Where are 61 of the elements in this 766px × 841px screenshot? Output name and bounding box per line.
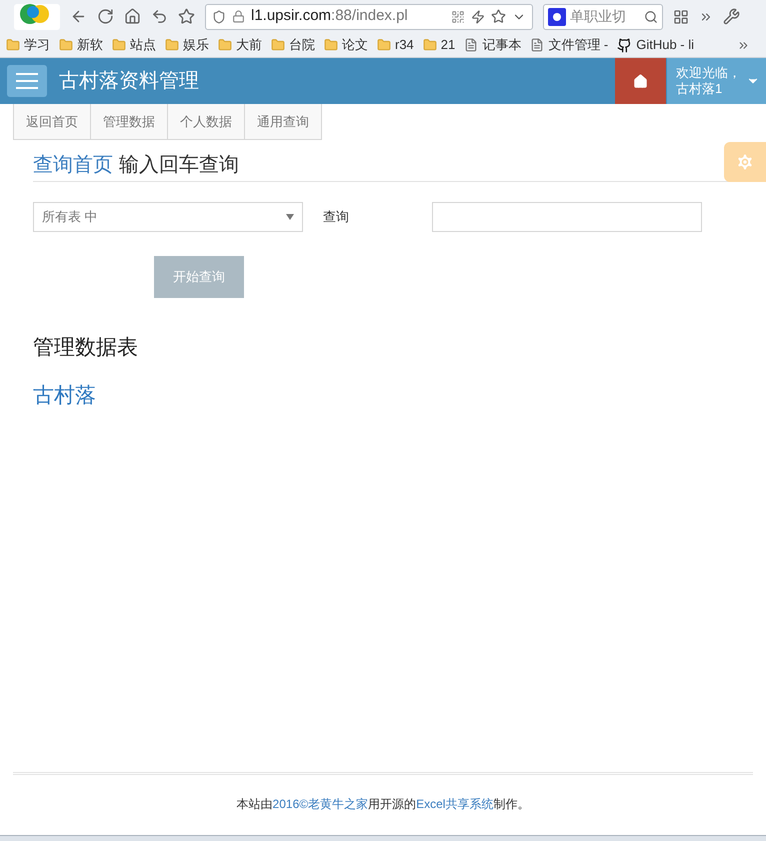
- bookmark-link[interactable]: 文件管理 -: [548, 35, 608, 55]
- undo-icon[interactable]: [151, 8, 168, 25]
- query-field[interactable]: [432, 202, 702, 232]
- breadcrumb-link[interactable]: 查询首页: [33, 150, 113, 180]
- bookmark-link[interactable]: 记事本: [482, 35, 522, 55]
- nav-tab[interactable]: 返回首页: [13, 104, 91, 140]
- query-label: 查询: [323, 208, 350, 226]
- address-bar[interactable]: l1.upsir.com:88/index.pl: [205, 4, 533, 30]
- settings-icon[interactable]: [723, 8, 740, 25]
- folder-icon: [59, 38, 73, 52]
- folder-icon: [377, 38, 391, 52]
- back-icon[interactable]: [70, 8, 87, 25]
- nav-tab[interactable]: 个人数据: [167, 104, 245, 140]
- lightning-icon[interactable]: [471, 10, 485, 24]
- footer-text: 本站由2016©老黄牛之家用开源的Excel共享系统制作。: [236, 796, 530, 813]
- bookmark-link[interactable]: 21: [440, 35, 456, 55]
- page-icon: [464, 38, 478, 52]
- grid-icon[interactable]: [673, 8, 689, 24]
- caret-icon: [286, 214, 294, 220]
- folder-icon: [324, 38, 338, 52]
- folder-icon: [112, 38, 126, 52]
- search-placeholder: 单职业切: [570, 7, 627, 26]
- section-title: 管理数据表: [33, 335, 139, 361]
- home-icon[interactable]: [124, 8, 141, 25]
- bookmark-link[interactable]: 大前: [236, 35, 262, 55]
- reload-icon[interactable]: [97, 8, 114, 25]
- bookmark-link[interactable]: 台院: [289, 35, 315, 55]
- url-text: l1.upsir.com:88/index.pl: [251, 6, 409, 26]
- bookmark-link[interactable]: 娱乐: [183, 35, 209, 55]
- folder-icon: [271, 38, 285, 52]
- search-icon[interactable]: [644, 10, 658, 24]
- star-icon[interactable]: [178, 8, 195, 25]
- folder-icon: [422, 38, 437, 52]
- browser-logo-icon[interactable]: [14, 4, 60, 30]
- search-field[interactable]: 单职业切: [543, 4, 663, 30]
- table-select[interactable]: 所有表 中: [33, 202, 303, 232]
- folder-icon: [218, 38, 232, 52]
- page-heading: 输入回车查询: [119, 153, 239, 178]
- folder-icon: [6, 38, 20, 52]
- lock-icon: [232, 10, 245, 23]
- bookmark-link[interactable]: 站点: [130, 35, 156, 55]
- page-icon: [530, 38, 544, 52]
- gear-icon: [735, 152, 755, 172]
- home-button[interactable]: [615, 58, 666, 104]
- bookmark-link[interactable]: 论文: [342, 35, 368, 55]
- bookmark-link[interactable]: r34: [395, 35, 414, 55]
- qr-code-icon[interactable]: [451, 10, 465, 24]
- footer-link[interactable]: 2016©老黄牛之家: [272, 797, 368, 811]
- nav-tab[interactable]: 通用查询: [244, 104, 322, 140]
- bookmark-link[interactable]: 新软: [77, 35, 103, 55]
- folder-icon: [165, 38, 179, 52]
- github-icon: [617, 38, 632, 52]
- nav-tab[interactable]: 管理数据: [90, 104, 168, 140]
- home-icon: [633, 74, 648, 88]
- star-icon[interactable]: [491, 9, 506, 24]
- app-title: 古村落资料管理: [59, 69, 199, 94]
- bookmark-link[interactable]: 学习: [24, 35, 50, 55]
- footer-link[interactable]: Excel共享系统: [416, 797, 494, 811]
- table-link[interactable]: 古村落: [33, 380, 96, 411]
- bookmark-link[interactable]: GitHub - li: [636, 35, 694, 55]
- shield-icon: [212, 10, 226, 24]
